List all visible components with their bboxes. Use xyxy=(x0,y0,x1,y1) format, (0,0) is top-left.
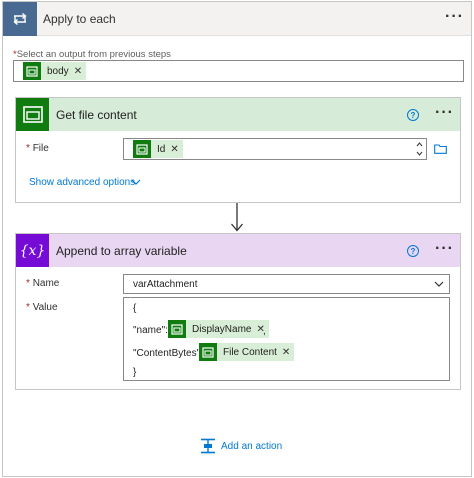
name-dropdown-value: varAttachment xyxy=(133,279,198,290)
more-options-icon[interactable]: ··· xyxy=(435,241,454,257)
sharepoint-icon xyxy=(199,343,217,361)
name-label-text: Name xyxy=(32,278,60,289)
help-icon[interactable]: ? xyxy=(407,109,419,121)
sharepoint-icon xyxy=(133,140,151,158)
append-to-array-card: {x} Append to array variable ? ··· * Nam… xyxy=(15,233,461,390)
name-key: "name": xyxy=(133,325,168,336)
comma: , xyxy=(263,326,266,337)
remove-token-icon[interactable]: ✕ xyxy=(170,144,178,155)
id-token-label: Id xyxy=(157,143,166,155)
more-options-icon[interactable]: ··· xyxy=(435,105,454,121)
append-to-array-header[interactable]: {x} Append to array variable ? ··· xyxy=(16,234,460,267)
variable-icon: {x} xyxy=(16,234,49,267)
file-input[interactable]: Id ✕ xyxy=(123,138,427,160)
file-content-token[interactable]: File Content ✕ xyxy=(199,343,295,361)
help-icon[interactable]: ? xyxy=(407,245,419,257)
required-marker: * xyxy=(26,143,30,154)
file-content-token-label: File Content xyxy=(223,346,277,358)
more-options-icon[interactable]: ··· xyxy=(445,9,464,25)
add-action-label: Add an action xyxy=(221,441,283,452)
select-output-text: Select an output from previous steps xyxy=(16,49,171,60)
get-file-content-card: Get file content ? ··· * File Id ✕ Show xyxy=(15,97,461,203)
apply-to-each-container: Apply to each ··· *Select an output from… xyxy=(2,1,472,477)
value-label-text: Value xyxy=(32,302,58,313)
get-file-content-header[interactable]: Get file content ? ··· xyxy=(16,98,460,131)
chevron-down-icon[interactable] xyxy=(131,179,141,185)
sharepoint-icon xyxy=(168,320,186,338)
sharepoint-icon xyxy=(23,62,41,80)
arrow-down-icon xyxy=(231,203,243,232)
apply-to-each-header[interactable]: Apply to each ··· xyxy=(3,2,471,36)
body-token[interactable]: body ✕ xyxy=(23,62,87,80)
remove-token-icon[interactable]: ✕ xyxy=(74,66,82,77)
folder-icon[interactable] xyxy=(434,144,447,154)
value-label: * Value xyxy=(26,302,58,313)
open-brace: { xyxy=(133,303,137,314)
select-output-field[interactable]: body ✕ xyxy=(13,60,464,82)
chevron-down-icon[interactable] xyxy=(434,281,444,287)
file-label-text: File xyxy=(32,143,49,154)
loop-icon xyxy=(3,2,37,36)
apply-to-each-title: Apply to each xyxy=(43,12,116,26)
get-file-content-title: Get file content xyxy=(56,108,137,122)
file-label: * File xyxy=(26,143,49,154)
add-action-icon xyxy=(201,438,215,454)
displayname-token[interactable]: DisplayName ✕ xyxy=(168,320,269,338)
value-input[interactable]: { "name": DisplayName ✕ , "ContentBytes"… xyxy=(123,297,450,381)
body-token-label: body xyxy=(47,65,69,77)
required-marker: * xyxy=(26,302,30,313)
required-marker: * xyxy=(26,278,30,289)
remove-token-icon[interactable]: ✕ xyxy=(282,347,290,358)
sharepoint-icon xyxy=(16,98,49,131)
select-output-label: *Select an output from previous steps xyxy=(13,49,171,60)
append-to-array-title: Append to array variable xyxy=(56,244,187,258)
stepper-icon[interactable] xyxy=(416,141,423,157)
name-label: * Name xyxy=(26,278,59,289)
close-brace: } xyxy=(133,367,137,378)
name-dropdown[interactable]: varAttachment xyxy=(123,274,450,294)
displayname-token-label: DisplayName xyxy=(192,323,252,335)
contentbytes-key: "ContentBytes": xyxy=(133,348,203,359)
id-token[interactable]: Id ✕ xyxy=(133,140,183,158)
show-advanced-options-link[interactable]: Show advanced options xyxy=(29,177,135,188)
